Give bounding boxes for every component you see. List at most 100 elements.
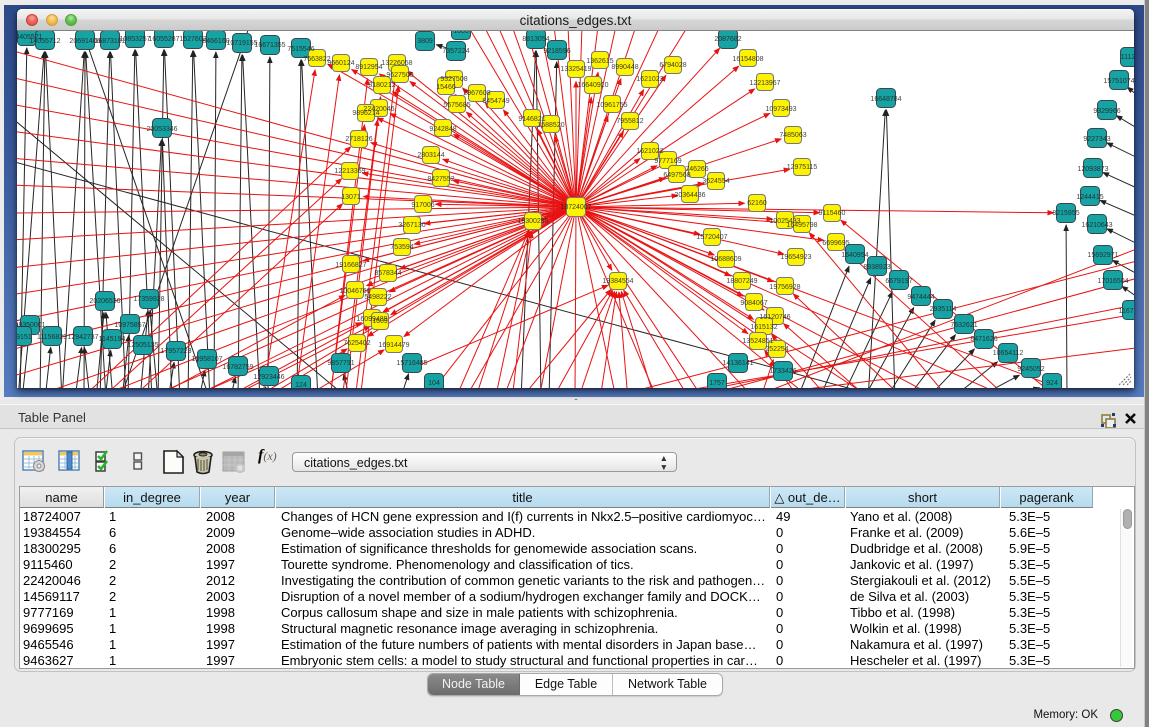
svg-text:16495798: 16495798: [786, 222, 817, 229]
svg-text:3267130: 3267130: [398, 222, 425, 229]
svg-text:9227343: 9227343: [1083, 136, 1110, 143]
svg-text:2935114: 2935114: [930, 306, 957, 313]
svg-text:15716485: 15716485: [396, 360, 427, 367]
svg-text:2087682: 2087682: [714, 36, 741, 43]
svg-text:104: 104: [428, 380, 440, 387]
svg-text:15692971: 15692971: [1087, 252, 1118, 259]
svg-text:20364436: 20364436: [674, 192, 705, 199]
svg-text:20053346: 20053346: [146, 126, 177, 133]
svg-text:252254: 252254: [765, 346, 788, 353]
svg-text:8813054: 8813054: [522, 36, 549, 43]
svg-text:1683: 1683: [453, 31, 469, 35]
svg-text:19166827: 19166827: [335, 262, 366, 269]
svg-text:9115460: 9115460: [819, 210, 846, 217]
svg-text:917006: 917006: [411, 202, 434, 209]
svg-text:12093873: 12093873: [1077, 166, 1108, 173]
svg-text:16914479: 16914479: [378, 342, 409, 349]
svg-text:12213369: 12213369: [334, 168, 365, 175]
svg-text:16671355: 16671355: [254, 42, 285, 49]
svg-text:12975115: 12975115: [787, 164, 818, 171]
svg-text:1244415: 1244415: [1076, 194, 1103, 201]
svg-text:19384554: 19384554: [602, 278, 633, 285]
svg-text:9857791: 9857791: [327, 360, 354, 367]
svg-text:746266: 746266: [685, 166, 708, 173]
svg-text:1621022: 1621022: [636, 76, 663, 83]
svg-text:17359928: 17359928: [133, 296, 164, 303]
svg-text:8912954: 8912954: [355, 64, 382, 71]
svg-text:8454749: 8454749: [482, 98, 509, 105]
svg-text:12942737: 12942737: [67, 334, 98, 341]
svg-text:9327508: 9327508: [440, 76, 467, 83]
svg-text:11156829: 11156829: [37, 334, 67, 341]
svg-text:2718126: 2718126: [345, 136, 372, 143]
svg-text:1621022: 1621022: [636, 148, 663, 155]
svg-text:10853257: 10853257: [119, 36, 150, 43]
svg-text:8215955: 8215955: [1052, 210, 1079, 217]
svg-text:16154808: 16154808: [732, 56, 763, 63]
svg-text:15720407: 15720407: [696, 234, 727, 241]
svg-text:9218596: 9218596: [543, 48, 570, 55]
svg-text:9777169: 9777169: [654, 158, 681, 165]
svg-text:1588520: 1588520: [537, 122, 564, 129]
svg-text:8578344: 8578344: [374, 270, 401, 277]
svg-text:18350001: 18350001: [17, 322, 46, 329]
svg-text:12505135: 12505135: [127, 342, 158, 349]
svg-text:13226058: 13226058: [381, 60, 412, 67]
svg-text:17016504: 17016504: [1097, 278, 1128, 285]
svg-text:19756928: 19756928: [769, 284, 800, 291]
svg-text:7357224: 7357224: [442, 48, 469, 55]
svg-text:9242848: 9242848: [429, 126, 456, 133]
svg-text:15751074: 15751074: [1103, 78, 1134, 85]
svg-text:9896214: 9896214: [352, 110, 379, 117]
svg-text:19654923: 19654923: [780, 254, 811, 261]
svg-text:1362615: 1362615: [586, 58, 613, 65]
svg-text:18300295: 18300295: [517, 218, 548, 225]
svg-text:6679197: 6679197: [885, 278, 912, 285]
svg-text:3624554: 3624554: [702, 178, 729, 185]
svg-text:1640954: 1640954: [841, 252, 868, 259]
svg-text:6794028: 6794028: [659, 62, 686, 69]
svg-text:1733426: 1733426: [769, 368, 796, 375]
svg-text:16120746: 16120746: [759, 314, 790, 321]
svg-text:2967608: 2967608: [463, 90, 490, 97]
svg-text:9329966: 9329966: [1093, 108, 1120, 115]
svg-text:8180212: 8180212: [368, 82, 395, 89]
svg-text:7625402: 7625402: [343, 340, 370, 347]
svg-text:10654112: 10654112: [993, 350, 1024, 357]
svg-text:5498222: 5498222: [364, 294, 391, 301]
svg-text:7515546: 7515546: [287, 46, 314, 53]
svg-text:10688609: 10688609: [710, 256, 741, 263]
svg-text:11121: 11121: [1121, 54, 1134, 61]
svg-text:3809: 3809: [417, 38, 433, 45]
svg-text:12923446: 12923446: [253, 374, 284, 381]
svg-text:6497568: 6497568: [663, 172, 690, 179]
svg-text:9627509: 9627509: [386, 72, 413, 79]
svg-text:15466: 15466: [436, 84, 456, 91]
svg-text:1145194: 1145194: [99, 336, 126, 343]
svg-text:8990448: 8990448: [611, 64, 638, 71]
svg-text:16782759: 16782759: [222, 364, 253, 371]
svg-text:1615132: 1615132: [750, 324, 777, 331]
svg-text:1167533: 1167533: [1119, 308, 1134, 315]
svg-text:5675685: 5675685: [443, 102, 470, 109]
svg-text:18724007: 18724007: [560, 204, 591, 211]
svg-text:13325419: 13325419: [560, 66, 591, 73]
svg-text:16648784: 16648784: [870, 96, 901, 103]
svg-text:9474444: 9474444: [907, 294, 934, 301]
svg-text:1609: 1609: [372, 318, 388, 325]
svg-text:7632621: 7632621: [950, 322, 977, 329]
svg-text:1757: 1757: [709, 380, 725, 387]
svg-text:16640910: 16640910: [577, 82, 608, 89]
svg-text:16055287: 16055287: [148, 36, 179, 43]
svg-text:8471626: 8471626: [970, 336, 997, 343]
svg-text:16210643: 16210643: [1081, 222, 1112, 229]
svg-text:13071: 13071: [341, 194, 361, 201]
svg-text:20206536: 20206536: [89, 298, 120, 305]
svg-text:8427552: 8427552: [427, 176, 454, 183]
svg-text:7485063: 7485063: [779, 132, 806, 139]
svg-text:124: 124: [295, 382, 307, 388]
svg-text:14136141: 14136141: [722, 360, 753, 367]
svg-text:10961755: 10961755: [596, 102, 627, 109]
svg-text:9660124: 9660124: [327, 60, 354, 67]
svg-text:10719155: 10719155: [226, 40, 257, 47]
